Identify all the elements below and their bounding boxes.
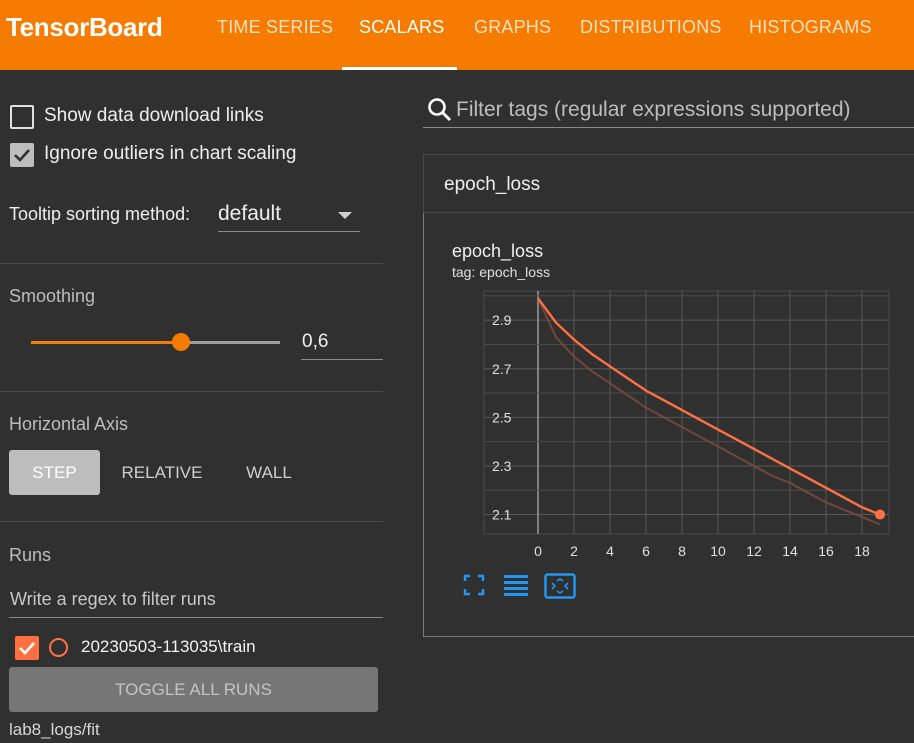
show-download-links-checkbox[interactable] bbox=[10, 105, 34, 129]
tag-group-header[interactable]: epoch_loss bbox=[423, 154, 914, 213]
top-navigation-bar: TensorBoard TIME SERIES SCALARS GRAPHS D… bbox=[0, 0, 914, 70]
chart-title: epoch_loss bbox=[452, 241, 544, 261]
x-tick-label: 14 bbox=[782, 543, 798, 559]
ignore-outliers-label: Ignore outliers in chart scaling bbox=[44, 143, 297, 164]
tooltip-sorting-select[interactable]: default bbox=[218, 198, 360, 232]
slider-track-empty bbox=[181, 341, 280, 344]
divider bbox=[0, 263, 383, 264]
slider-track-filled bbox=[31, 341, 181, 344]
fit-domain-icon[interactable] bbox=[462, 573, 486, 597]
toggle-all-runs-button[interactable]: TOGGLE ALL RUNS bbox=[9, 667, 378, 712]
line-chart[interactable]: 2.1 2.3 2.5 2.7 2.9 0 2 4 6 8 10 12 14 16 18 bbox=[454, 279, 894, 569]
x-tick-label: 6 bbox=[642, 543, 650, 559]
y-tick-label: 2.7 bbox=[492, 361, 512, 377]
y-tick-label: 2.1 bbox=[492, 507, 512, 523]
chart-tag: tag: epoch_loss bbox=[452, 264, 551, 280]
dropdown-arrow-icon bbox=[338, 212, 352, 219]
checkmark-icon bbox=[19, 642, 35, 655]
tag-filter-input[interactable]: Filter tags (regular expressions support… bbox=[423, 91, 914, 128]
tab-distributions[interactable]: DISTRIBUTIONS bbox=[580, 17, 722, 38]
horizontal-axis-title: Horizontal Axis bbox=[9, 414, 129, 434]
tab-scalars[interactable]: SCALARS bbox=[359, 17, 444, 38]
x-tick-label: 16 bbox=[818, 543, 834, 559]
run-checkbox[interactable] bbox=[15, 636, 39, 660]
tab-histograms[interactable]: HISTOGRAMS bbox=[749, 17, 872, 38]
tag-group-name: epoch_loss bbox=[444, 174, 541, 195]
y-tick-label: 2.5 bbox=[492, 409, 512, 425]
y-tick-label: 2.3 bbox=[492, 458, 512, 474]
x-tick-label: 10 bbox=[710, 543, 726, 559]
axis-relative-button[interactable]: RELATIVE bbox=[112, 450, 212, 495]
checkmark-icon bbox=[14, 149, 30, 162]
runs-filter-placeholder: Write a regex to filter runs bbox=[10, 589, 216, 609]
fit-data-icon[interactable] bbox=[544, 573, 576, 599]
divider bbox=[0, 391, 383, 392]
search-icon bbox=[428, 98, 452, 122]
runs-filter-input[interactable]: Write a regex to filter runs bbox=[9, 580, 383, 618]
run-color-swatch[interactable] bbox=[49, 638, 68, 657]
last-point-marker bbox=[875, 509, 885, 520]
settings-sidebar: Show data download links Ignore outliers… bbox=[0, 70, 383, 743]
divider bbox=[0, 521, 383, 522]
tab-graphs[interactable]: GRAPHS bbox=[474, 17, 551, 38]
slider-thumb[interactable] bbox=[172, 333, 190, 351]
smoothing-title: Smoothing bbox=[9, 286, 96, 306]
x-tick-label: 18 bbox=[854, 543, 870, 559]
x-tick-label: 4 bbox=[606, 543, 614, 559]
tooltip-sorting-label: Tooltip sorting method: bbox=[9, 204, 191, 224]
ignore-outliers-checkbox[interactable] bbox=[10, 143, 34, 167]
axis-wall-button[interactable]: WALL bbox=[226, 450, 312, 495]
x-tick-label: 8 bbox=[678, 543, 686, 559]
x-tick-label: 2 bbox=[570, 543, 578, 559]
run-name: 20230503-113035\train bbox=[81, 637, 256, 656]
x-tick-label: 12 bbox=[746, 543, 762, 559]
tag-filter-placeholder: Filter tags (regular expressions support… bbox=[456, 98, 851, 121]
smoothed-series-line bbox=[537, 297, 881, 516]
tooltip-sorting-value: default bbox=[218, 202, 282, 225]
toggle-log-scale-icon[interactable] bbox=[503, 573, 529, 597]
smoothing-input[interactable]: 0,6 bbox=[301, 326, 383, 360]
runs-title: Runs bbox=[9, 545, 52, 565]
app-title: TensorBoard bbox=[6, 12, 163, 42]
show-download-links-label: Show data download links bbox=[44, 105, 264, 126]
x-tick-label: 0 bbox=[534, 543, 542, 559]
log-directory: lab8_logs/fit bbox=[9, 720, 100, 739]
tab-time-series[interactable]: TIME SERIES bbox=[217, 17, 333, 38]
smoothing-value: 0,6 bbox=[302, 331, 329, 352]
y-tick-label: 2.9 bbox=[492, 312, 512, 328]
axis-step-button[interactable]: STEP bbox=[9, 450, 100, 495]
scalar-chart-card: epoch_loss tag: epoch_loss 2.1 2.3 2.5 2.7 2… bbox=[423, 213, 914, 637]
